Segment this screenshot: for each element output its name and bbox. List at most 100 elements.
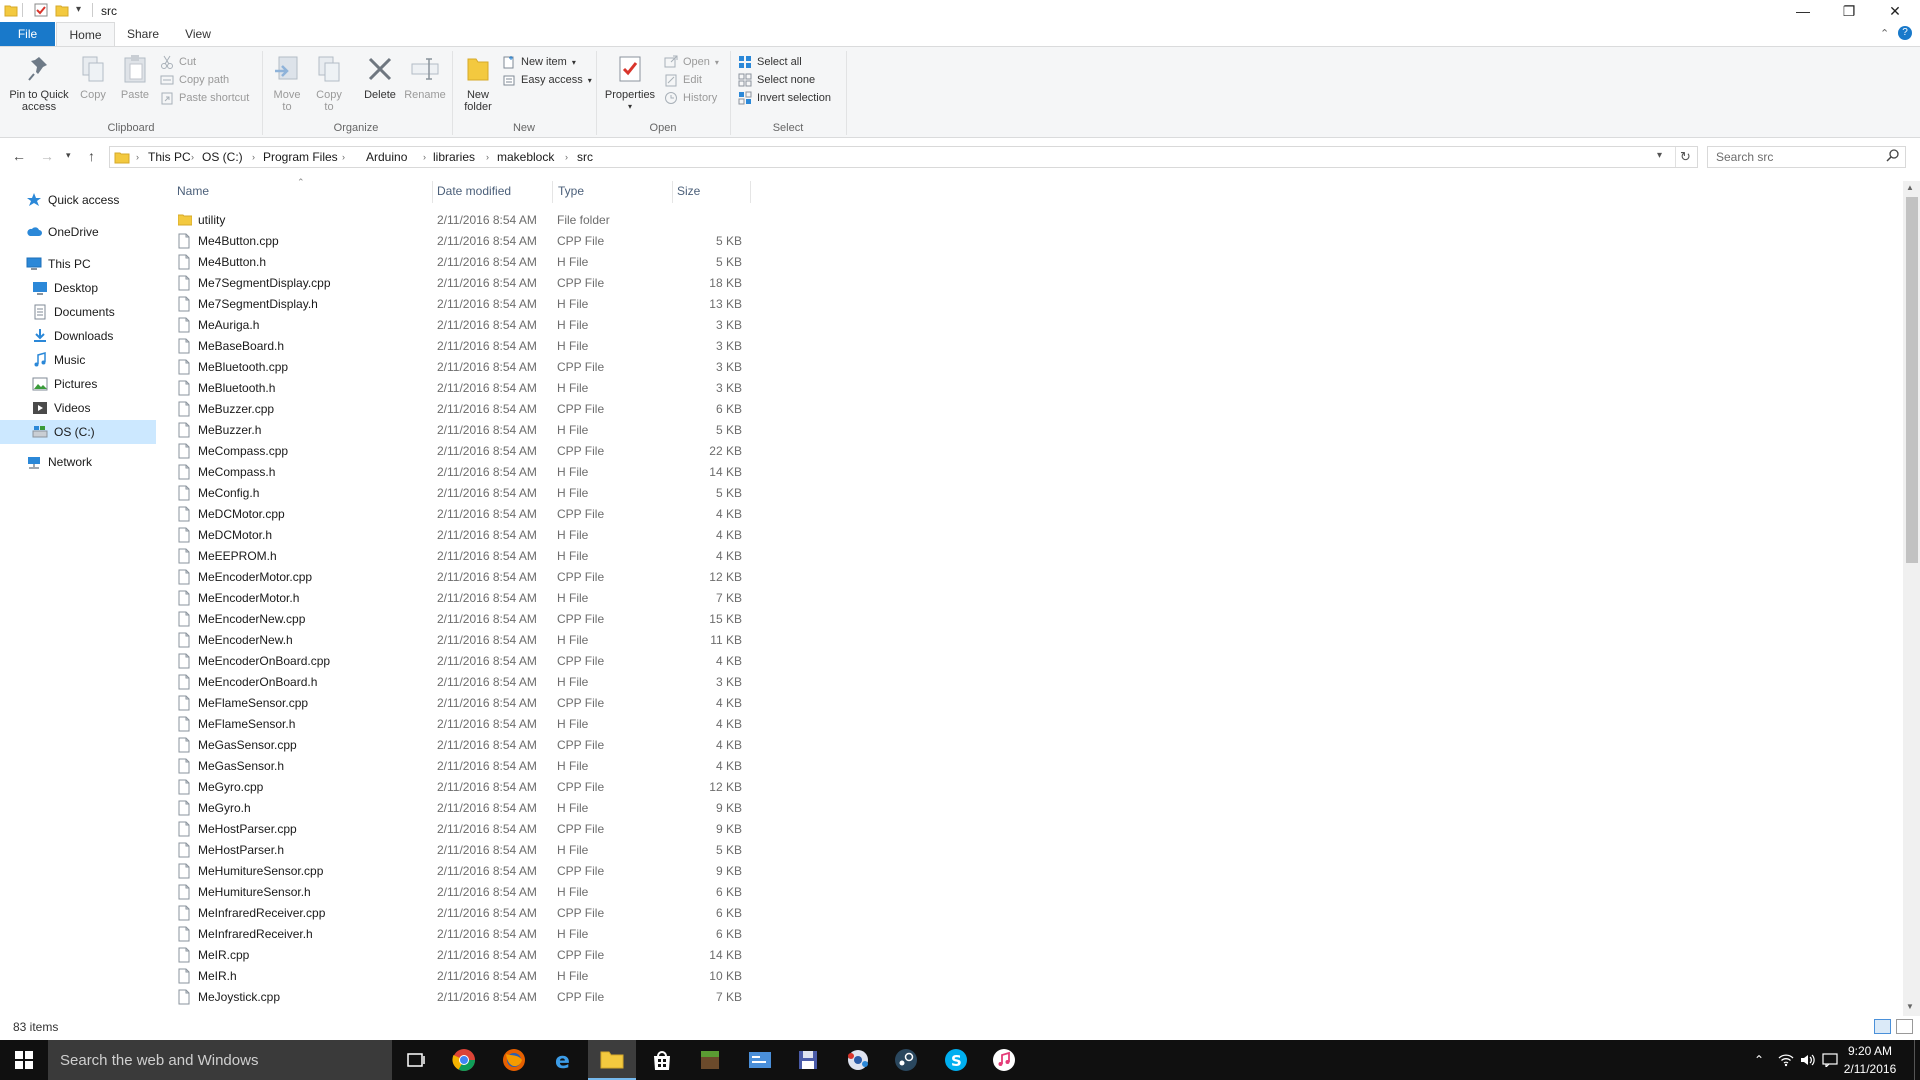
table-row[interactable]: MeBuzzer.cpp 2/11/2016 8:54 AM CPP File 6 K… <box>174 399 752 420</box>
control-panel-icon[interactable] <box>736 1040 784 1080</box>
breadcrumb-separator-icon[interactable]: › <box>252 147 255 167</box>
table-row[interactable]: Me4Button.h 2/11/2016 8:54 AM H File 5 KB <box>174 252 752 273</box>
copy-path-button[interactable]: Copy path <box>160 71 249 89</box>
nav-pictures[interactable]: Pictures <box>0 372 156 396</box>
search-input[interactable]: Search src <box>1707 146 1906 168</box>
wifi-icon[interactable] <box>1778 1040 1794 1080</box>
start-button[interactable] <box>0 1040 48 1080</box>
address-bar[interactable]: › This PC › OS (C:) › Program Files › Ar… <box>109 146 1698 168</box>
forward-icon[interactable]: → <box>40 148 54 164</box>
edit-button[interactable]: Edit <box>664 71 719 89</box>
nav-desktop[interactable]: Desktop <box>0 276 156 300</box>
table-row[interactable]: utility 2/11/2016 8:54 AM File folder <box>174 210 752 231</box>
scrollbar-thumb[interactable] <box>1906 197 1918 563</box>
nav-music[interactable]: Music <box>0 348 156 372</box>
show-hidden-icons-icon[interactable]: ⌃ <box>1754 1040 1764 1080</box>
save-disk-icon[interactable] <box>784 1040 832 1080</box>
new-item-button[interactable]: New item ▾ <box>502 53 592 71</box>
breadcrumb-separator-icon[interactable]: › <box>136 147 139 167</box>
history-button[interactable]: History <box>664 89 719 107</box>
table-row[interactable]: MeIR.cpp 2/11/2016 8:54 AM CPP File 14 KB <box>174 945 752 966</box>
table-row[interactable]: MeGasSensor.h 2/11/2016 8:54 AM H File 4 KB <box>174 756 752 777</box>
column-divider[interactable] <box>552 181 553 203</box>
table-row[interactable]: MeGasSensor.cpp 2/11/2016 8:54 AM CPP File… <box>174 735 752 756</box>
back-icon[interactable]: ← <box>12 148 26 164</box>
breadcrumb-src[interactable]: src <box>577 147 593 167</box>
maximize-button[interactable]: ❐ <box>1826 0 1872 22</box>
nav-quick-access[interactable]: Quick access <box>0 188 156 212</box>
table-row[interactable]: MeHumitureSensor.cpp 2/11/2016 8:54 AM CPP… <box>174 861 752 882</box>
table-row[interactable]: MeBluetooth.cpp 2/11/2016 8:54 AM CPP File… <box>174 357 752 378</box>
breadcrumb-libraries[interactable]: libraries <box>433 147 475 167</box>
cut-button[interactable]: Cut <box>160 53 249 71</box>
rename-button[interactable]: Rename <box>402 53 448 101</box>
nav-documents[interactable]: Documents <box>0 300 156 324</box>
tab-view[interactable]: View <box>172 22 224 46</box>
open-button[interactable]: Open ▾ <box>664 53 719 71</box>
close-button[interactable]: ✕ <box>1872 0 1918 22</box>
table-row[interactable]: MeFlameSensor.cpp 2/11/2016 8:54 AM CPP Fi… <box>174 693 752 714</box>
show-desktop-button[interactable] <box>1914 1040 1920 1080</box>
nav-this-pc[interactable]: This PC <box>0 252 156 276</box>
paste-shortcut-button[interactable]: Paste shortcut <box>160 89 249 107</box>
easy-access-button[interactable]: Easy access ▾ <box>502 71 592 89</box>
copy-to-button[interactable]: Copy to <box>312 53 346 113</box>
table-row[interactable]: MeEncoderMotor.h 2/11/2016 8:54 AM H File 7… <box>174 588 752 609</box>
properties-icon[interactable] <box>34 3 48 17</box>
itunes-icon[interactable] <box>980 1040 1028 1080</box>
breadcrumb-arduino[interactable]: Arduino <box>366 147 407 167</box>
breadcrumb-separator-icon[interactable]: › <box>565 147 568 167</box>
firefox-icon[interactable] <box>490 1040 538 1080</box>
edge-icon[interactable]: e <box>540 1040 588 1080</box>
large-icons-view-icon[interactable] <box>1896 1019 1913 1034</box>
recent-locations-icon[interactable]: ▾ <box>66 150 71 161</box>
select-all-button[interactable]: Select all <box>738 53 831 71</box>
network-app-icon[interactable] <box>834 1040 882 1080</box>
store-icon[interactable] <box>638 1040 686 1080</box>
taskbar-clock[interactable]: 9:20 AM 2/11/2016 <box>1840 1042 1900 1078</box>
scroll-up-icon[interactable]: ▲ <box>1906 183 1914 192</box>
table-row[interactable]: MeFlameSensor.h 2/11/2016 8:54 AM H File 4 … <box>174 714 752 735</box>
table-row[interactable]: MeIR.h 2/11/2016 8:54 AM H File 10 KB <box>174 966 752 987</box>
invert-selection-button[interactable]: Invert selection <box>738 89 831 107</box>
task-view-icon[interactable] <box>392 1040 440 1080</box>
breadcrumb-os-c[interactable]: OS (C:) <box>202 147 243 167</box>
breadcrumb-separator-icon[interactable]: › <box>486 147 489 167</box>
chrome-icon[interactable] <box>440 1040 488 1080</box>
collapse-ribbon-icon[interactable]: ⌃ <box>1880 27 1889 40</box>
table-row[interactable]: MeJoystick.cpp 2/11/2016 8:54 AM CPP File 7… <box>174 987 752 1008</box>
pin-quick-access-button[interactable]: Pin to Quick access <box>4 53 74 113</box>
table-row[interactable]: MeGyro.h 2/11/2016 8:54 AM H File 9 KB <box>174 798 752 819</box>
table-row[interactable]: MeCompass.cpp 2/11/2016 8:54 AM CPP File 22… <box>174 441 752 462</box>
tab-file[interactable]: File <box>0 22 55 46</box>
breadcrumb-separator-icon[interactable]: › <box>342 147 345 167</box>
table-row[interactable]: MeCompass.h 2/11/2016 8:54 AM H File 14 KB <box>174 462 752 483</box>
minecraft-icon[interactable] <box>686 1040 734 1080</box>
table-row[interactable]: MeConfig.h 2/11/2016 8:54 AM H File 5 KB <box>174 483 752 504</box>
table-row[interactable]: MeEncoderNew.cpp 2/11/2016 8:54 AM CPP Fil… <box>174 609 752 630</box>
breadcrumb-separator-icon[interactable]: › <box>191 147 194 167</box>
table-row[interactable]: MeHostParser.h 2/11/2016 8:54 AM H File 5 K… <box>174 840 752 861</box>
column-header-size[interactable]: Size <box>677 184 700 198</box>
table-row[interactable]: MeInfraredReceiver.h 2/11/2016 8:54 AM H F… <box>174 924 752 945</box>
column-divider[interactable] <box>432 181 433 203</box>
table-row[interactable]: MeEEPROM.h 2/11/2016 8:54 AM H File 4 KB <box>174 546 752 567</box>
taskbar-search-input[interactable]: Search the web and Windows <box>48 1040 392 1080</box>
select-none-button[interactable]: Select none <box>738 71 831 89</box>
delete-button[interactable]: Delete <box>356 53 404 101</box>
table-row[interactable]: MeBluetooth.h 2/11/2016 8:54 AM H File 3 KB <box>174 378 752 399</box>
steam-icon[interactable] <box>882 1040 930 1080</box>
copy-button[interactable]: Copy <box>76 53 110 101</box>
breadcrumb-separator-icon[interactable]: › <box>423 147 426 167</box>
table-row[interactable]: MeEncoderNew.h 2/11/2016 8:54 AM H File 11 … <box>174 630 752 651</box>
address-dropdown-icon[interactable]: ▾ <box>1657 150 1662 161</box>
table-row[interactable]: MeBuzzer.h 2/11/2016 8:54 AM H File 5 KB <box>174 420 752 441</box>
file-explorer-icon[interactable] <box>588 1040 636 1080</box>
new-folder-icon[interactable] <box>55 3 69 17</box>
table-row[interactable]: MeHumitureSensor.h 2/11/2016 8:54 AM H Fil… <box>174 882 752 903</box>
action-center-icon[interactable] <box>1822 1040 1838 1080</box>
table-row[interactable]: MeInfraredReceiver.cpp 2/11/2016 8:54 AM C… <box>174 903 752 924</box>
column-divider[interactable] <box>672 181 673 203</box>
column-divider[interactable] <box>750 181 751 203</box>
help-icon[interactable]: ? <box>1898 26 1912 40</box>
